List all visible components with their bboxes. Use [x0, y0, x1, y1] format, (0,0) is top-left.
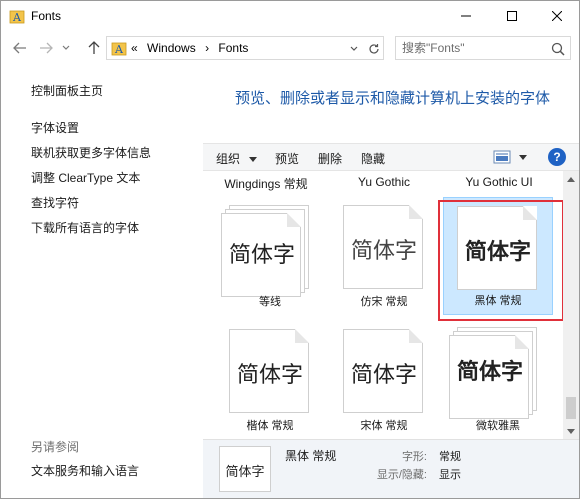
visibility-value: 显示 — [439, 469, 461, 481]
svg-text:A: A — [114, 43, 124, 56]
recent-locations-button[interactable] — [59, 37, 73, 59]
search-box[interactable] — [395, 36, 571, 60]
refresh-button[interactable] — [365, 40, 383, 58]
preview-button[interactable]: 预览 — [275, 150, 299, 167]
breadcrumb-fonts[interactable]: Fonts — [218, 41, 248, 55]
svg-text:A: A — [12, 11, 22, 24]
font-name: 黑体 常规 — [474, 295, 522, 307]
delete-button[interactable]: 删除 — [318, 150, 342, 167]
font-file-icon: 简体字 — [343, 329, 423, 413]
breadcrumb: « Windows › Fonts — [131, 41, 254, 55]
selected-font-name: 黑体 常规 — [285, 449, 337, 463]
page-title: 预览、删除或者显示和隐藏计算机上安装的字体 — [235, 90, 551, 107]
window-title: Fonts — [31, 9, 62, 23]
caret-up-icon — [567, 176, 575, 182]
font-grid: Wingdings 常规 Yu Gothic Yu Gothic UI 简体字 … — [203, 171, 579, 439]
font-sample: 简体字 — [236, 363, 303, 388]
close-button[interactable] — [534, 1, 579, 31]
help-button[interactable]: ? — [548, 148, 566, 166]
search-input[interactable] — [402, 39, 546, 57]
up-button[interactable] — [83, 37, 105, 59]
hide-button[interactable]: 隐藏 — [361, 150, 385, 167]
see-also-heading: 另请参阅 — [31, 440, 80, 454]
font-style-value: 常规 — [439, 451, 461, 463]
font-name: 楷体 常规 — [246, 420, 294, 432]
chevron-down-icon[interactable] — [519, 149, 527, 165]
title-bar: A Fonts — [1, 1, 579, 31]
back-button[interactable] — [9, 37, 31, 59]
fonts-folder-icon: A — [111, 42, 127, 56]
find-character-link[interactable]: 查找字符 — [31, 194, 79, 211]
vertical-scrollbar[interactable] — [563, 171, 579, 439]
chevron-down-icon — [249, 157, 258, 162]
font-file-icon: 简体字 — [221, 213, 301, 297]
font-name: 宋体 常规 — [360, 420, 408, 432]
download-all-fonts-link[interactable]: 下载所有语言的字体 — [31, 219, 139, 236]
font-style-label: 字形: — [401, 451, 427, 463]
left-pane: 控制面板主页 字体设置 联机获取更多字体信息 调整 ClearType 文本 查… — [1, 65, 201, 498]
font-label: Yu Gothic — [357, 175, 411, 189]
fonts-folder-icon: A — [9, 10, 25, 24]
breadcrumb-windows[interactable]: Windows — [147, 41, 196, 55]
font-tile-kaiti[interactable]: 简体字 楷体 常规 — [215, 321, 325, 439]
font-tile-songti[interactable]: 简体字 宋体 常规 — [329, 321, 439, 439]
arrow-left-icon — [13, 42, 26, 54]
font-file-icon: 简体字 — [229, 329, 309, 413]
arrow-up-icon — [88, 41, 100, 54]
breadcrumb-overflow[interactable]: « — [131, 41, 138, 55]
chevron-down-icon — [350, 46, 358, 51]
text-services-link[interactable]: 文本服务和输入语言 — [31, 462, 139, 479]
font-file-icon: 简体字 — [457, 206, 537, 290]
font-sample: 简体字 — [225, 465, 265, 480]
font-settings-link[interactable]: 字体设置 — [31, 119, 79, 136]
maximize-icon — [507, 11, 517, 21]
forward-button[interactable] — [35, 37, 57, 59]
font-tile-microsoft-yahei[interactable]: 简体字 微软雅黑 — [443, 321, 553, 439]
control-panel-home-link[interactable]: 控制面板主页 — [31, 82, 103, 99]
font-label: Wingdings 常规 — [224, 177, 308, 191]
font-tile-heiti[interactable]: 简体字 黑体 常规 — [443, 197, 553, 315]
adjust-cleartype-link[interactable]: 调整 ClearType 文本 — [31, 169, 140, 186]
font-tile-fangsong[interactable]: 简体字 仿宋 常规 — [329, 197, 439, 315]
font-sample: 简体字 — [228, 243, 295, 268]
minimize-icon — [461, 15, 471, 17]
font-sample: 简体字 — [464, 240, 531, 265]
scroll-down-button[interactable] — [563, 423, 579, 439]
font-name: 微软雅黑 — [476, 420, 520, 432]
fonts-window: A Fonts A « Windows › Fonts 搜索"Fonts" 控制… — [0, 0, 580, 499]
font-name: 仿宋 常规 — [360, 296, 408, 308]
font-file-icon: 简体字 — [343, 205, 423, 289]
close-icon — [552, 11, 562, 21]
font-sample: 简体字 — [456, 360, 523, 385]
caret-down-icon — [567, 428, 575, 434]
font-file-icon: 简体字 — [449, 335, 529, 419]
font-file-icon: 简体字 — [219, 446, 271, 492]
font-sample: 简体字 — [350, 239, 417, 264]
minimize-button[interactable] — [443, 1, 489, 31]
search-icon — [551, 42, 565, 56]
view-options-icon[interactable] — [493, 149, 511, 165]
details-pane: 简体字 黑体 常规 字形: 常规 显示/隐藏: 显示 — [203, 439, 579, 498]
scroll-up-button[interactable] — [563, 171, 579, 187]
visibility-label: 显示/隐藏: — [376, 469, 427, 481]
address-dropdown-button[interactable] — [347, 41, 361, 57]
arrow-right-icon — [40, 42, 53, 54]
get-more-fonts-online-link[interactable]: 联机获取更多字体信息 — [31, 144, 151, 161]
command-bar: 组织 预览 删除 隐藏 ? — [203, 143, 579, 171]
scroll-thumb[interactable] — [566, 397, 576, 419]
organize-label: 组织 — [216, 152, 241, 166]
navigation-bar: A « Windows › Fonts — [1, 31, 579, 65]
organize-button[interactable]: 组织 — [216, 150, 258, 167]
font-tile-dengxian[interactable]: 简体字 等线 — [215, 197, 325, 315]
font-name: 等线 — [259, 296, 281, 308]
font-label: Yu Gothic UI — [465, 175, 533, 189]
maximize-button[interactable] — [489, 1, 535, 31]
chevron-down-icon — [62, 45, 70, 50]
address-bar[interactable]: A « Windows › Fonts — [106, 36, 384, 60]
breadcrumb-separator-icon: › — [205, 41, 210, 55]
font-sample: 简体字 — [350, 363, 417, 388]
refresh-icon — [369, 44, 379, 54]
